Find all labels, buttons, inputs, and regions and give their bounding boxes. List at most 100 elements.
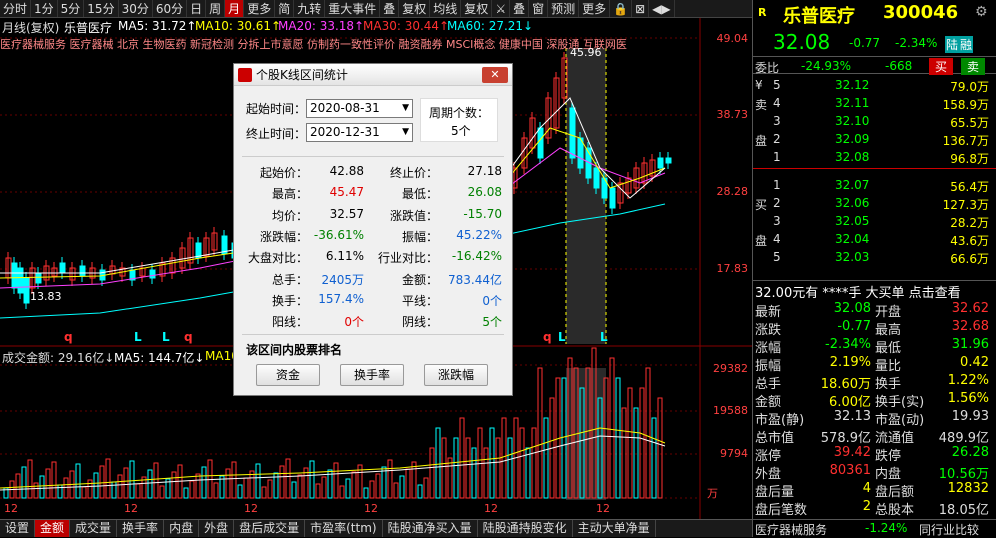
compare-link[interactable]: 同行业比较 <box>919 521 979 538</box>
toolbar-item[interactable]: ⊠ <box>632 0 650 17</box>
toolbar-item[interactable]: 1分 <box>31 0 58 17</box>
chart-stock-name: 乐普医疗 <box>64 21 113 35</box>
divider <box>242 156 504 157</box>
order-row[interactable]: 3 32.10 65.5万 <box>753 113 996 131</box>
order-row[interactable]: 盘 4 32.04 43.6万 <box>753 231 996 249</box>
toolbar-item[interactable]: 叠 <box>380 0 400 17</box>
candle-body <box>593 167 600 189</box>
toolbar-item[interactable]: 🔒 <box>610 0 633 17</box>
toolbar-item[interactable]: 更多 <box>579 0 611 17</box>
volume-bar <box>543 417 549 499</box>
toolbar-item[interactable]: 预测 <box>548 0 580 17</box>
volume-bar <box>189 480 195 499</box>
volume-bar <box>405 468 411 499</box>
toolbar-item[interactable]: 重大事件 <box>325 0 381 17</box>
marker-q[interactable]: q <box>64 330 73 344</box>
indicator-tab[interactable]: 换手率 <box>117 520 165 537</box>
indicator-tabs: 设置 金额 成交量 换手率 内盘 外盘 盘后成交量 市盈率(ttm) 陆股通净买入量 陆股通持股变… <box>0 519 752 537</box>
order-row[interactable]: 1 32.07 56.4万 <box>753 177 996 195</box>
buy-button[interactable]: 买 <box>929 58 954 75</box>
toolbar-item[interactable]: 复权 <box>399 0 431 17</box>
volume-bar <box>321 476 327 499</box>
toolbar-item[interactable]: ⚔ <box>492 0 511 17</box>
quote-cell: 0.42 <box>960 355 989 370</box>
order-row[interactable]: 买 2 32.06 127.3万 <box>753 195 996 213</box>
order-row[interactable]: 盘 2 32.09 136.7万 <box>753 131 996 149</box>
sector-name[interactable]: 医疗器械服务 <box>755 521 827 538</box>
ma10-label: MA10: 30.61↑ <box>195 19 282 33</box>
price-label: 49.04 <box>716 32 749 45</box>
quote-row: 盘后量 4 盘后额 12832 <box>753 480 996 500</box>
indicator-tab[interactable]: 主动大单净量 <box>573 520 656 537</box>
volume-bar <box>249 470 255 499</box>
toolbar-item[interactable]: 简 <box>275 0 295 17</box>
order-row[interactable]: ¥5 32.12 79.0万 <box>753 77 996 95</box>
big-order-notice[interactable]: 32.00元有 ****手 大买单 点击查看 <box>755 282 961 301</box>
indicator-tab[interactable]: 成交量 <box>70 520 118 537</box>
rank-change-button[interactable]: 涨跌幅 <box>424 364 488 386</box>
volume-bar <box>345 478 351 499</box>
rank-turnover-button[interactable]: 换手率 <box>340 364 404 386</box>
toolbar-item[interactable]: 复权 <box>461 0 493 17</box>
indicator-tab[interactable]: 市盈率(ttm) <box>305 520 383 537</box>
order-row[interactable]: 5 32.03 66.6万 <box>753 249 996 267</box>
close-icon[interactable]: ✕ <box>482 67 508 83</box>
dialog-titlebar[interactable]: 个股K线区间统计 <box>234 64 512 86</box>
stat-value: -15.70 <box>463 206 502 221</box>
indicator-tab[interactable]: 盘后成交量 <box>234 520 306 537</box>
indicator-tab[interactable]: 陆股通净买入量 <box>383 520 478 537</box>
end-date-select[interactable]: 2020-12-31 <box>306 123 413 142</box>
marker-l[interactable]: L <box>600 330 608 344</box>
stat-label: 振幅： <box>401 229 438 244</box>
tag-rong[interactable]: 融 <box>959 36 974 53</box>
volume-bar <box>501 417 507 499</box>
stat-label: 均价： <box>271 208 308 223</box>
order-row[interactable]: 3 32.05 28.2万 <box>753 213 996 231</box>
order-row[interactable]: 1 32.08 96.8万 <box>753 149 996 167</box>
quote-panel: R 乐普医疗 300046 ⚙ 32.08 -0.77 -2.34% 陆 融 委… <box>752 0 996 537</box>
toolbar-item[interactable]: 分时 <box>0 0 32 17</box>
volume-bar <box>519 427 525 499</box>
toolbar-item[interactable]: 60分 <box>153 0 188 17</box>
marker-l[interactable]: L <box>558 330 566 344</box>
start-date-select[interactable]: 2020-08-31 <box>306 99 413 118</box>
volume-bar <box>483 447 489 499</box>
order-cell: 2 <box>773 196 781 210</box>
volume-bar <box>387 459 393 499</box>
marker-q[interactable]: q <box>543 330 552 344</box>
indicator-tab[interactable]: 金额 <box>35 520 71 537</box>
rank-fund-button[interactable]: 资金 <box>256 364 320 386</box>
tag-lu[interactable]: 陆 <box>945 36 960 53</box>
dialog-icon <box>238 67 252 82</box>
toolbar-item[interactable]: 15分 <box>84 0 119 17</box>
marker-l[interactable]: L <box>134 330 142 344</box>
toolbar-item[interactable]: 叠 <box>510 0 530 17</box>
indicator-tab[interactable]: 陆股通持股变化 <box>478 520 573 537</box>
stat-label: 涨跌值： <box>389 208 438 223</box>
toolbar-item[interactable]: 周 <box>206 0 226 17</box>
toolbar-item[interactable]: 月 <box>225 0 245 17</box>
indicator-tab[interactable]: 内盘 <box>164 520 200 537</box>
volume-bar <box>231 461 237 499</box>
toolbar-item[interactable]: 九转 <box>294 0 326 17</box>
marker-q[interactable]: q <box>184 330 193 344</box>
toolbar-item[interactable]: 均线 <box>430 0 462 17</box>
toolbar-item[interactable]: 30分 <box>119 0 153 17</box>
indicator-tab[interactable]: 设置 <box>0 520 36 537</box>
toolbar-item[interactable]: ◀▶ <box>649 0 675 17</box>
order-cell: 66.6万 <box>950 252 989 266</box>
marker-l[interactable]: L <box>162 330 170 344</box>
toolbar-item[interactable]: 日 <box>187 0 207 17</box>
volume-bar <box>471 447 477 499</box>
sell-button[interactable]: 卖 <box>961 58 986 75</box>
stat-label: 大盘对比： <box>247 251 308 266</box>
toolbar-item[interactable]: 窗 <box>529 0 549 17</box>
toolbar-item[interactable]: 5分 <box>58 0 85 17</box>
settings-icon[interactable]: ⚙ <box>975 4 988 20</box>
indicator-tab[interactable]: 外盘 <box>199 520 235 537</box>
volume-bar <box>261 486 267 499</box>
toolbar-item[interactable]: 更多 <box>244 0 276 17</box>
order-row[interactable]: 卖 4 32.11 158.9万 <box>753 95 996 113</box>
quote-row: 振幅 2.19% 量比 0.42 <box>753 354 996 374</box>
volume-bar <box>609 357 615 499</box>
